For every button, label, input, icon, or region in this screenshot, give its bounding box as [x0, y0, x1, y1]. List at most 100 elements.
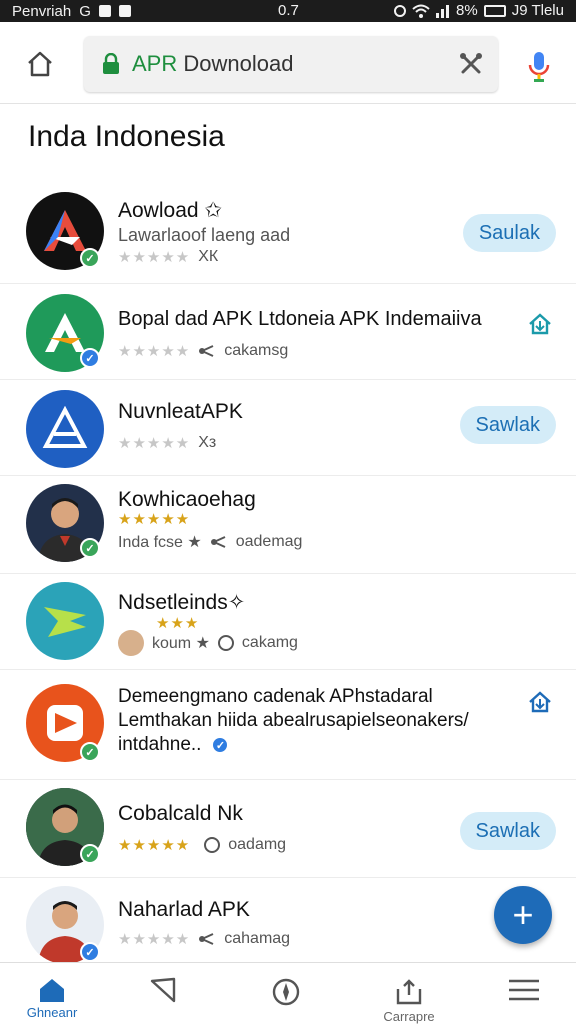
rating-row: ★★★★★ [118, 510, 190, 528]
info-icon [204, 837, 221, 853]
app-meta-text: Хз [198, 434, 217, 451]
send-icon [150, 977, 176, 1003]
app-name: Aowload ✩ [118, 199, 222, 222]
app-meta: ★★★★★ ХК [118, 248, 218, 266]
app-name: Naharlad APK [118, 898, 250, 921]
list-item[interactable]: ✓ Aowload ✩ Lawarlaoof laeng aad ★★★★★ Х… [0, 178, 576, 284]
nav-explore[interactable] [236, 963, 336, 1025]
app-name: Bopal dad APK Ltdoneia APK Indemaiiva [118, 308, 482, 330]
app-list: ✓ Aowload ✩ Lawarlaoof laeng aad ★★★★★ Х… [0, 178, 576, 968]
status-center-text: 0.7 [278, 2, 299, 19]
nav-menu[interactable] [474, 963, 574, 1025]
app-a-logo-icon [44, 210, 86, 251]
app-play-logo-icon [47, 705, 83, 741]
app-icon [26, 390, 104, 468]
app-meta: ★★★★★ cahamag [118, 930, 290, 948]
camera-icon [118, 5, 131, 17]
app-meta: Inda fcse ★ oademag [118, 532, 302, 552]
url-text: APR Downoload [132, 51, 458, 77]
app-meta-text: cakamg [241, 634, 298, 651]
compass-icon [272, 978, 300, 1006]
app-meta-text: cahamag [224, 930, 291, 947]
info-icon [217, 635, 234, 651]
app-subtitle: Lemthakan hiida abealrusapielseonakers/ [118, 710, 469, 731]
install-button[interactable]: Sawlak [459, 406, 556, 444]
list-item[interactable]: ✓ Kowhicaoehag ★★★★★ Inda fcse ★ oademag [0, 476, 576, 574]
url-scheme: APR [132, 51, 178, 76]
verified-badge-icon: ✓ [80, 942, 100, 962]
home-button[interactable] [22, 46, 58, 82]
app-name: Cobalcald Nk [118, 802, 243, 825]
clear-icon[interactable] [458, 51, 484, 77]
voice-search-button[interactable] [524, 50, 554, 84]
rating-stars: ★★★★★ [118, 837, 191, 854]
nav-send[interactable] [113, 963, 213, 1025]
page-title: Inda Indonesia [28, 120, 225, 153]
share-icon [210, 536, 226, 548]
rating-stars: ★★★★★ [118, 511, 191, 528]
app-leaf-logo-icon [44, 607, 86, 637]
battery-icon [483, 4, 506, 17]
install-button[interactable]: Sawlak [459, 812, 556, 850]
lock-icon [103, 53, 119, 74]
verified-badge-icon: ✓ [80, 844, 100, 864]
status-right-text: J9 Tlelu [511, 2, 564, 19]
app-meta-left: koum ★ [152, 635, 210, 652]
app-name: Demeengmano cadenak APhstadaral [118, 686, 433, 707]
share-icon [199, 933, 214, 945]
app-meta: ★★★★★ cakamsg [118, 342, 288, 360]
cloud-download-icon[interactable] [526, 310, 554, 338]
battery-percent: 8% [456, 2, 478, 19]
nav-home[interactable]: Ghneanr [2, 963, 102, 1025]
list-item[interactable]: ✓ Bopal dad APK Ltdoneia APK Indemaiiva … [0, 284, 576, 380]
notification-icon [98, 5, 111, 17]
app-meta-text: ХК [198, 248, 219, 265]
status-left-text: Penvriah [12, 2, 72, 20]
app-meta-text: cakamsg [224, 342, 289, 359]
add-fab-button[interactable]: + [494, 886, 552, 944]
signal-icon [436, 4, 450, 18]
verified-badge-icon: ✓ [80, 742, 100, 762]
status-g-icon: G [79, 2, 91, 20]
nav-home-label: Ghneanr [26, 1005, 78, 1020]
bottom-nav: Ghneanr Carrapre [0, 962, 576, 1024]
nav-downloads-label: Carrapre [383, 1009, 435, 1024]
rating-stars: ★★★★★ [118, 249, 191, 266]
app-name: NuvnleatAPK [118, 400, 243, 423]
list-item[interactable]: NuvnleatAPK ★★★★★ Хз Sawlak [0, 380, 576, 476]
url-path: Downoload [183, 51, 294, 76]
app-icon [26, 582, 104, 660]
app-meta: ★★★★★ oadamg [118, 836, 286, 854]
nav-downloads[interactable]: Carrapre [359, 963, 459, 1025]
status-bar: Penvriah G 0.7 8% J9 Tlelu [0, 0, 576, 22]
home-outline-icon [28, 51, 52, 77]
list-item[interactable]: ✓ Naharlad APK ★★★★★ cahamag [0, 878, 576, 968]
list-item[interactable]: ✓ Demeengmano cadenak APhstadaral Lemtha… [0, 670, 576, 780]
verified-badge-icon: ✓ [80, 538, 100, 558]
list-item[interactable]: ✓ Cobalcald Nk ★★★★★ oadamg Sawlak [0, 780, 576, 878]
rating-stars: ★★★★★ [118, 343, 191, 360]
home-icon [40, 979, 64, 1002]
app-meta-left: Inda fcse ★ [118, 534, 202, 551]
wifi-icon [412, 4, 430, 18]
verified-badge-icon: ✓ [80, 248, 100, 268]
download-tray-icon [396, 979, 422, 1005]
app-name: Kowhicaoehag [118, 488, 256, 511]
app-a-outline-icon [42, 406, 88, 448]
verified-badge-icon: ✓ [80, 348, 100, 368]
url-bar[interactable]: APR Downoload [84, 36, 498, 92]
list-item[interactable]: Ndsetleinds✧ ★★★ koum ★ cakamg [0, 574, 576, 670]
install-button[interactable]: Saulak [462, 214, 556, 252]
user-avatar [118, 630, 144, 656]
alarm-icon [394, 4, 407, 17]
app-subtitle-2-text: intdahne.. [118, 734, 202, 755]
app-subtitle: Lawarlaoof laeng aad [118, 225, 291, 245]
share-icon [199, 345, 214, 357]
app-meta: ★★★★★ Хз [118, 434, 216, 452]
cloud-download-icon[interactable] [526, 688, 554, 716]
app-subtitle-2: intdahne.. ✓ [118, 734, 230, 756]
app-name: Ndsetleinds✧ [118, 591, 246, 614]
verified-badge-icon: ✓ [211, 736, 230, 754]
app-a-logo-icon [45, 313, 85, 352]
rating-stars: ★★★★★ [118, 435, 191, 452]
